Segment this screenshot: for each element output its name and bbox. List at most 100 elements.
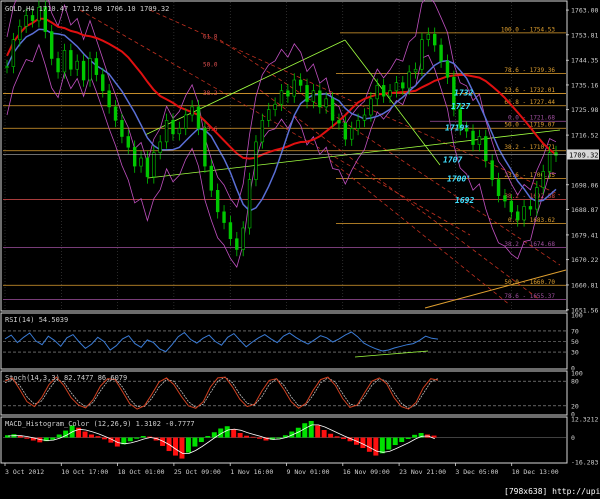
candle-body	[190, 106, 194, 116]
candle-body	[164, 120, 169, 143]
ma-blue-line	[6, 28, 557, 212]
candle-body	[30, 15, 35, 22]
candle-body	[477, 136, 482, 145]
macd-bar	[302, 423, 308, 438]
candle-body	[426, 33, 431, 40]
price-axis-label: 1716.52	[571, 132, 598, 140]
price-header: GOLD,H4 1710.47 1712.98 1706.10 1709.32	[5, 5, 169, 13]
stoch-axis-label: 20	[571, 402, 579, 410]
macd-bar	[224, 426, 230, 438]
time-axis-label: 16 Nov 09:00	[343, 468, 390, 476]
candle-body	[215, 189, 220, 213]
candle-body	[171, 120, 175, 135]
macd-bar	[334, 436, 340, 438]
fib-level-label: 78.6 - 1739.36	[504, 67, 555, 74]
price-axis-label: 1670.22	[571, 256, 598, 264]
macd-bar	[237, 433, 243, 438]
candle-body	[177, 128, 182, 135]
macd-bar	[321, 430, 327, 438]
candle-body	[292, 79, 296, 97]
candle-body	[445, 60, 450, 78]
rsi-header: RSI(14) 54.5039	[5, 316, 68, 324]
candle-body	[247, 179, 252, 229]
macd-bar	[412, 434, 418, 438]
candle-body	[535, 187, 539, 210]
trend-line	[144, 39, 346, 136]
candle-body	[515, 211, 520, 221]
macd-bar	[341, 437, 347, 440]
time-axis-label: 10 Oct 17:00	[61, 468, 108, 476]
candle-body	[81, 60, 86, 81]
trading-chart-window: 100.0 - 1754.53 78.6 - 1739.36 23.6 - 1732…	[0, 0, 600, 496]
candle-body	[311, 90, 316, 102]
pane-frames	[0, 0, 568, 464]
key-level-label: 1732	[454, 88, 473, 97]
macd-bar	[127, 437, 133, 442]
rsi-axis-label: 100	[571, 312, 583, 320]
price-chart: 100.0 - 1754.53 78.6 - 1739.36 23.6 - 1732…	[3, 0, 599, 310]
candle-body	[509, 200, 514, 213]
price-axis-label: 1753.81	[571, 31, 598, 39]
macd-bar	[95, 436, 101, 438]
candle-body	[5, 66, 9, 68]
candle-body	[522, 206, 526, 221]
rising-trend-line	[424, 269, 567, 309]
time-axis-label: 1 Nov 16:00	[230, 468, 273, 476]
candle-body	[24, 15, 28, 27]
price-axis-label: 1735.16	[571, 81, 598, 89]
candle-body	[547, 152, 552, 172]
candle-body	[413, 68, 418, 73]
candle-body	[69, 50, 73, 70]
candle-body	[362, 114, 367, 121]
candle-body	[496, 179, 501, 196]
left-fib-label: 50.0	[203, 62, 218, 69]
macd-bar	[17, 436, 23, 438]
candle-body	[420, 39, 424, 70]
key-level-label: 1707	[443, 156, 462, 165]
candle-body	[132, 146, 137, 167]
time-axis-label: 3 Dec 05:00	[455, 468, 498, 476]
candle-body	[554, 152, 558, 156]
candle-body	[267, 109, 271, 121]
rsi-axis-label: 70	[571, 327, 579, 335]
price-pane	[0, 0, 568, 312]
candle-body	[254, 141, 258, 180]
macd-bar	[82, 431, 88, 438]
macd-bar	[198, 437, 204, 443]
price-axis-label: 1660.81	[571, 281, 598, 289]
candle-body	[184, 114, 188, 129]
time-axis-label: 3 Oct 2012	[5, 468, 44, 476]
price-axis-label: 1679.41	[571, 231, 598, 239]
rsi-chart	[3, 330, 566, 358]
macd-bar	[101, 437, 107, 440]
candle-body	[107, 90, 111, 108]
macd-bar	[140, 436, 146, 438]
candle-body	[56, 58, 60, 73]
fib-level-label: 0.0 - 1683.62	[508, 217, 555, 224]
macd-bar	[192, 437, 198, 447]
left-fib-label: 38.2	[203, 90, 218, 97]
candle-body	[337, 120, 341, 124]
candle-body	[94, 58, 99, 75]
macd-bar	[373, 437, 379, 456]
candle-body	[330, 98, 335, 121]
candle-body	[305, 85, 309, 102]
candle-body	[260, 120, 265, 143]
key-level-label: 1727	[451, 102, 470, 111]
candle-body	[49, 31, 54, 59]
macd-bar	[231, 429, 237, 438]
time-axis-label: 23 Nov 21:00	[399, 468, 446, 476]
candle-body	[401, 82, 405, 89]
channel-line	[79, 9, 471, 236]
candle-body	[11, 39, 16, 67]
macd-bar	[379, 437, 385, 454]
candle-body	[350, 128, 354, 140]
macd-bar	[179, 437, 185, 459]
macd-bar	[399, 437, 405, 443]
macd-bar	[56, 434, 62, 438]
macd-bar	[315, 425, 321, 438]
candle-body	[484, 136, 488, 162]
candle-body	[503, 195, 507, 202]
price-axis-label: 1698.06	[571, 181, 598, 189]
key-level-label: 1700'	[447, 175, 471, 184]
